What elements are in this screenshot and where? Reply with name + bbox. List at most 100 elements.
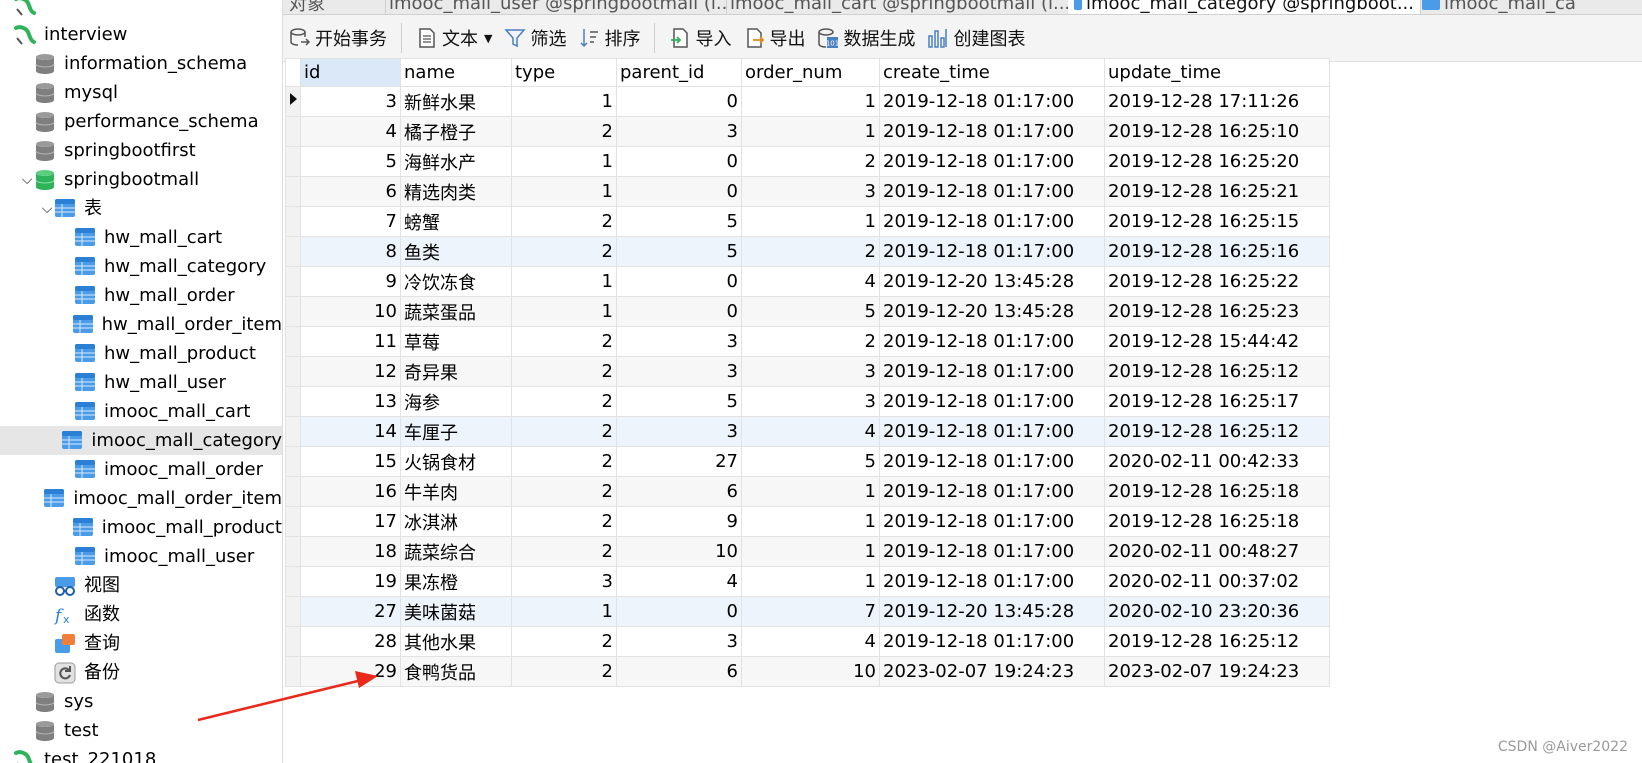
- tab-imooc-mall-category[interactable]: imooc_mall_category @springboot...: [1068, 0, 1421, 14]
- data-generation-button[interactable]: 101 数据生成: [811, 20, 921, 56]
- cell-update-time[interactable]: 2020-02-11 00:37:02: [1104, 566, 1330, 597]
- cell-name[interactable]: 蔬菜综合: [400, 536, 512, 567]
- table-row[interactable]: 14 车厘子 2 3 4 2019-12-18 01:17:00 2019-12-28 16…: [285, 416, 1330, 447]
- row-indicator[interactable]: [285, 116, 301, 147]
- tab-imooc-mall-cart[interactable]: imooc_mall_cart @springbootmall (i...: [720, 0, 1073, 14]
- table-row[interactable]: 5 海鲜水产 1 0 2 2019-12-18 01:17:00 2019-12-28 16…: [285, 146, 1330, 177]
- tree-item-imooc_mall_cart[interactable]: imooc_mall_cart: [0, 397, 282, 426]
- cell-type[interactable]: 2: [511, 326, 617, 357]
- cell-update-time[interactable]: 2019-12-28 17:11:26: [1104, 86, 1330, 117]
- cell-type[interactable]: 1: [511, 146, 617, 177]
- cell-type[interactable]: 2: [511, 356, 617, 387]
- row-indicator[interactable]: [285, 626, 301, 657]
- tree-item-imooc_mall_order[interactable]: imooc_mall_order: [0, 455, 282, 484]
- table-row[interactable]: 4 橘子橙子 2 3 1 2019-12-18 01:17:00 2019-12-28 16…: [285, 116, 1330, 147]
- cell-order-num[interactable]: 3: [741, 176, 880, 207]
- cell-name[interactable]: 牛羊肉: [400, 476, 512, 507]
- cell-create-time[interactable]: 2019-12-18 01:17:00: [879, 176, 1105, 207]
- cell-parent-id[interactable]: 4: [616, 566, 742, 597]
- cell-id[interactable]: 16: [300, 476, 401, 507]
- table-row[interactable]: 19 果冻橙 3 4 1 2019-12-18 01:17:00 2020-02-11 00…: [285, 566, 1330, 597]
- cell-order-num[interactable]: 1: [741, 536, 880, 567]
- cell-parent-id[interactable]: 9: [616, 506, 742, 537]
- cell-update-time[interactable]: 2019-12-28 16:25:12: [1104, 416, 1330, 447]
- row-indicator[interactable]: [285, 356, 301, 387]
- row-indicator[interactable]: [285, 296, 301, 327]
- row-indicator[interactable]: [285, 266, 301, 297]
- row-indicator[interactable]: [285, 446, 301, 477]
- cell-name[interactable]: 新鲜水果: [400, 86, 512, 117]
- filter-button[interactable]: 筛选: [498, 20, 572, 56]
- column-header-update-time[interactable]: update_time: [1104, 58, 1330, 87]
- table-row[interactable]: 15 火锅食材 2 27 5 2019-12-18 01:17:00 2020-02-11 …: [285, 446, 1330, 477]
- cell-type[interactable]: 2: [511, 416, 617, 447]
- cell-order-num[interactable]: 1: [741, 206, 880, 237]
- cell-parent-id[interactable]: 0: [616, 596, 742, 627]
- cell-create-time[interactable]: 2019-12-18 01:17:00: [879, 506, 1105, 537]
- text-view-button[interactable]: 文本 ▼: [410, 20, 498, 56]
- tree-item-interview[interactable]: interview: [0, 20, 282, 49]
- tree-item-imooc_mall_order_item[interactable]: imooc_mall_order_item: [0, 484, 282, 513]
- tree-item-hw_mall_cart[interactable]: hw_mall_cart: [0, 223, 282, 252]
- tree-item-performance_schema[interactable]: performance_schema: [0, 107, 282, 136]
- table-row[interactable]: 7 螃蟹 2 5 1 2019-12-18 01:17:00 2019-12-28 16:2…: [285, 206, 1330, 237]
- tree-item-hw_mall_order_item[interactable]: hw_mall_order_item: [0, 310, 282, 339]
- row-indicator[interactable]: [285, 146, 301, 177]
- cell-id[interactable]: 5: [300, 146, 401, 177]
- cell-update-time[interactable]: 2019-12-28 16:25:16: [1104, 236, 1330, 267]
- cell-id[interactable]: 27: [300, 596, 401, 627]
- cell-parent-id[interactable]: 5: [616, 206, 742, 237]
- table-row[interactable]: 11 草莓 2 3 2 2019-12-18 01:17:00 2019-12-28 15:…: [285, 326, 1330, 357]
- cell-order-num[interactable]: 4: [741, 266, 880, 297]
- cell-parent-id[interactable]: 3: [616, 116, 742, 147]
- tree-item-[interactable]: 查询: [0, 629, 282, 658]
- cell-type[interactable]: 2: [511, 626, 617, 657]
- cell-update-time[interactable]: 2019-12-28 16:25:18: [1104, 506, 1330, 537]
- cell-name[interactable]: 橘子橙子: [400, 116, 512, 147]
- cell-order-num[interactable]: 1: [741, 506, 880, 537]
- cell-parent-id[interactable]: 5: [616, 236, 742, 267]
- row-indicator[interactable]: [285, 386, 301, 417]
- table-row[interactable]: 8 鱼类 2 5 2 2019-12-18 01:17:00 2019-12-28 16:2…: [285, 236, 1330, 267]
- cell-id[interactable]: 18: [300, 536, 401, 567]
- cell-create-time[interactable]: 2019-12-18 01:17:00: [879, 206, 1105, 237]
- cell-id[interactable]: 28: [300, 626, 401, 657]
- tree-item-[interactable]: f x 函数: [0, 600, 282, 629]
- cell-parent-id[interactable]: 0: [616, 266, 742, 297]
- cell-update-time[interactable]: 2019-12-28 16:25:20: [1104, 146, 1330, 177]
- tree-item-information_schema[interactable]: information_schema: [0, 49, 282, 78]
- cell-parent-id[interactable]: 3: [616, 626, 742, 657]
- cell-type[interactable]: 2: [511, 536, 617, 567]
- cell-update-time[interactable]: 2019-12-28 15:44:42: [1104, 326, 1330, 357]
- cell-parent-id[interactable]: 0: [616, 176, 742, 207]
- tree-item-mysql[interactable]: mysql: [0, 78, 282, 107]
- cell-parent-id[interactable]: 3: [616, 356, 742, 387]
- cell-create-time[interactable]: 2019-12-18 01:17:00: [879, 446, 1105, 477]
- chevron-down-icon[interactable]: ⌵: [40, 201, 54, 217]
- cell-name[interactable]: 火锅食材: [400, 446, 512, 477]
- cell-name[interactable]: 鱼类: [400, 236, 512, 267]
- cell-type[interactable]: 2: [511, 656, 617, 687]
- table-row[interactable]: 16 牛羊肉 2 6 1 2019-12-18 01:17:00 2019-12-28 16…: [285, 476, 1330, 507]
- cell-order-num[interactable]: 1: [741, 476, 880, 507]
- table-row[interactable]: 27 美味菌菇 1 0 7 2019-12-20 13:45:28 2020-02-10 2…: [285, 596, 1330, 627]
- cell-id[interactable]: 6: [300, 176, 401, 207]
- tree-item-imooc_mall_category[interactable]: imooc_mall_category: [0, 426, 282, 455]
- tree-item-hw_mall_order[interactable]: hw_mall_order: [0, 281, 282, 310]
- cell-type[interactable]: 2: [511, 386, 617, 417]
- row-indicator[interactable]: [285, 236, 301, 267]
- cell-update-time[interactable]: 2019-12-28 16:25:15: [1104, 206, 1330, 237]
- begin-transaction-button[interactable]: 开始事务: [283, 20, 393, 56]
- cell-type[interactable]: 1: [511, 266, 617, 297]
- cell-name[interactable]: 奇异果: [400, 356, 512, 387]
- cell-update-time[interactable]: 2019-12-28 16:25:17: [1104, 386, 1330, 417]
- cell-type[interactable]: 2: [511, 116, 617, 147]
- cell-id[interactable]: 15: [300, 446, 401, 477]
- column-header-name[interactable]: name: [400, 58, 512, 87]
- cell-update-time[interactable]: 2019-12-28 16:25:21: [1104, 176, 1330, 207]
- table-row[interactable]: 18 蔬菜综合 2 10 1 2019-12-18 01:17:00 2020-02-11 …: [285, 536, 1330, 567]
- row-indicator[interactable]: [285, 506, 301, 537]
- cell-name[interactable]: 海参: [400, 386, 512, 417]
- cell-create-time[interactable]: 2019-12-18 01:17:00: [879, 536, 1105, 567]
- tab-imooc-mall-user[interactable]: imooc_mall_user @springbootmall (i...: [379, 0, 727, 14]
